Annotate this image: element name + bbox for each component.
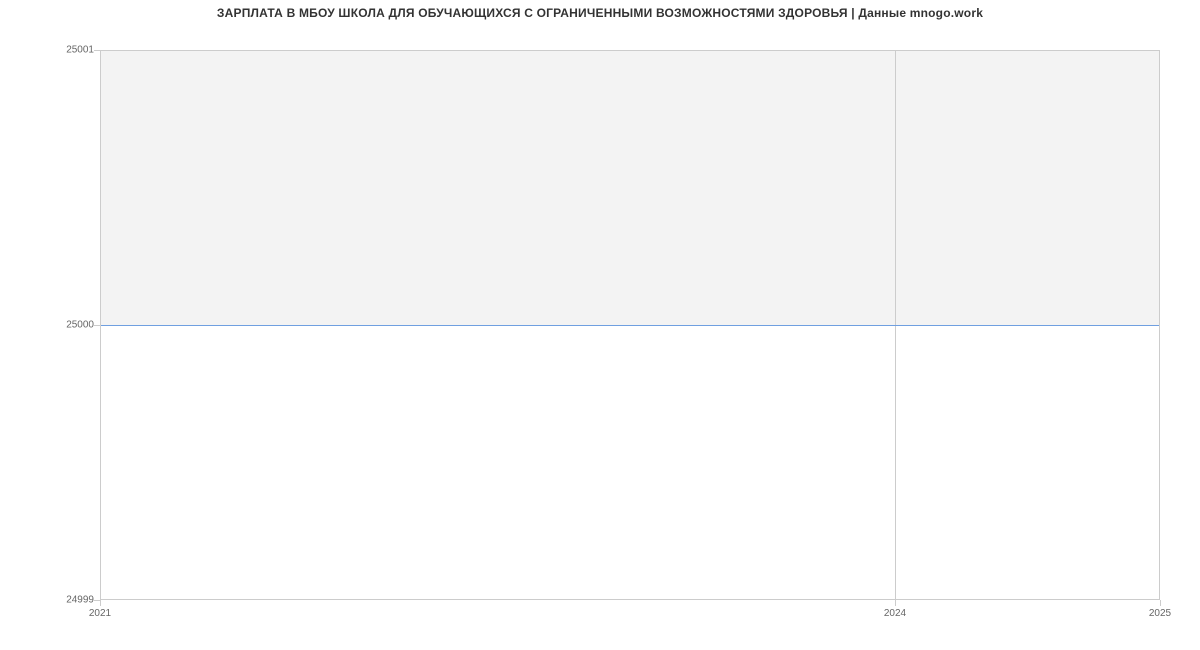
- x-tick: [100, 600, 101, 606]
- plot-area: [100, 50, 1160, 600]
- x-tick-label: 2025: [1149, 608, 1171, 619]
- y-tick-label: 25001: [66, 45, 94, 56]
- x-tick: [1160, 600, 1161, 606]
- chart-title: ЗАРПЛАТА В МБОУ ШКОЛА ДЛЯ ОБУЧАЮЩИХСЯ С …: [0, 6, 1200, 20]
- y-tick-label: 25000: [66, 320, 94, 331]
- x-tick-label: 2021: [89, 608, 111, 619]
- data-line: [101, 325, 1159, 326]
- area-fill: [101, 51, 1159, 325]
- chart-container: ЗАРПЛАТА В МБОУ ШКОЛА ДЛЯ ОБУЧАЮЩИХСЯ С …: [0, 0, 1200, 650]
- y-tick-label: 24999: [66, 595, 94, 606]
- x-tick-label: 2024: [884, 608, 906, 619]
- x-tick: [895, 600, 896, 606]
